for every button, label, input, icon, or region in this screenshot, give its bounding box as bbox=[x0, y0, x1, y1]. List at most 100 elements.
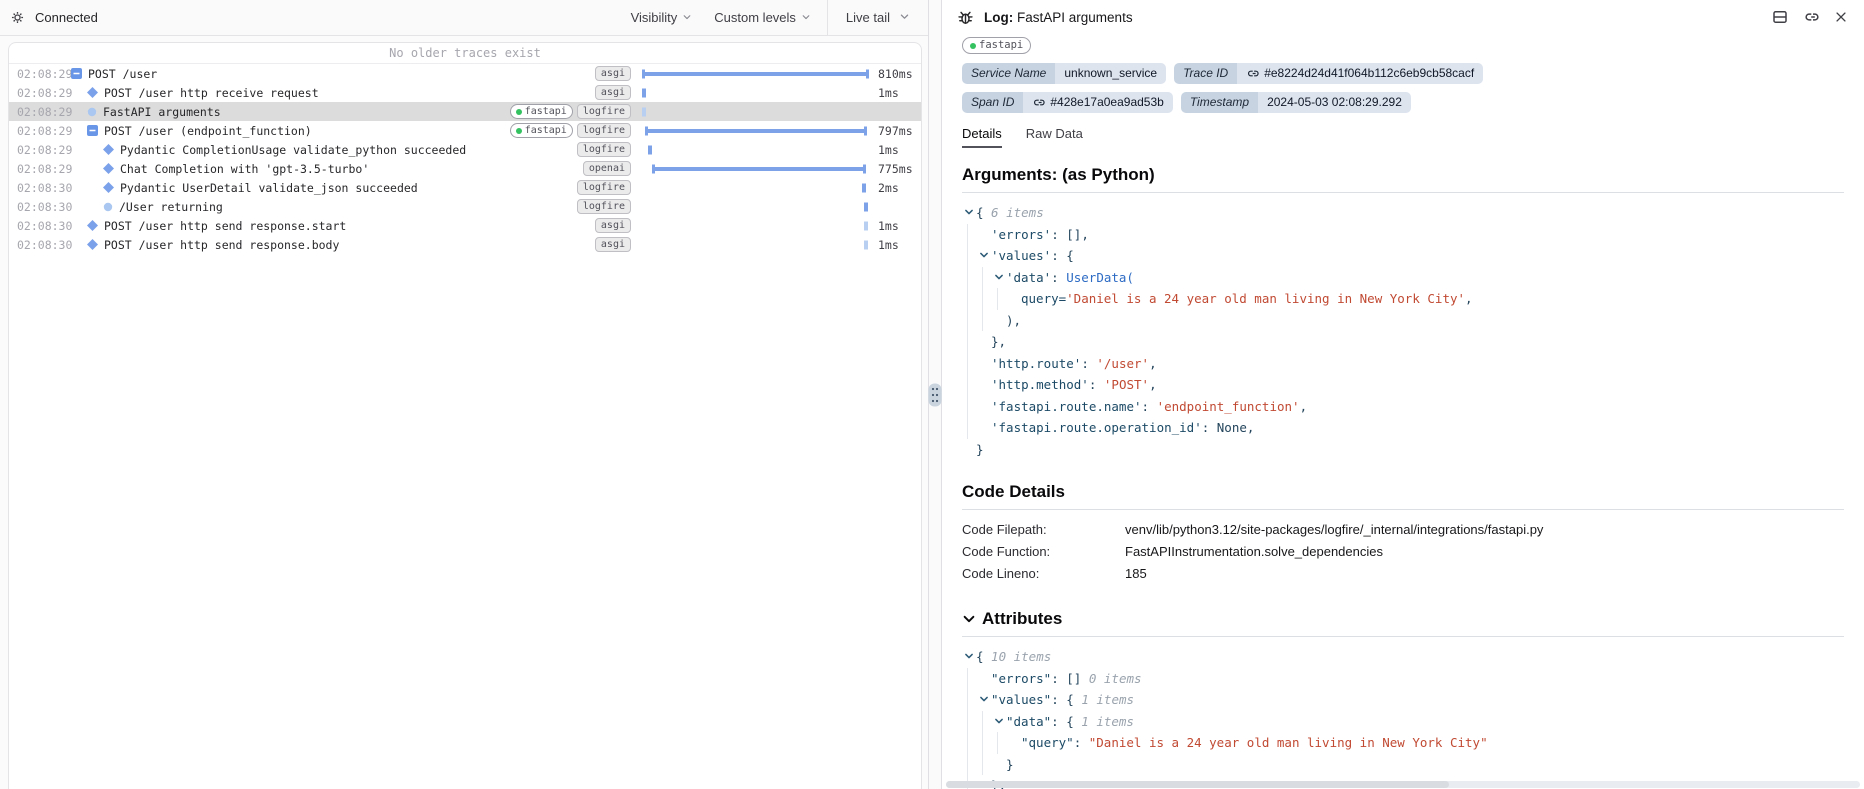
tag-asgi: asgi bbox=[595, 85, 631, 100]
trace-row[interactable]: 02:08:29POST /user (endpoint_function)fa… bbox=[9, 121, 921, 140]
json-segment: { bbox=[1066, 248, 1074, 263]
trace-row[interactable]: 02:08:29FastAPI argumentsfastapilogfire bbox=[9, 102, 921, 121]
trace-duration: 775ms bbox=[871, 162, 921, 176]
code-details-table: Code Filepath:venv/lib/python3.12/site-p… bbox=[962, 519, 1844, 585]
duration-tick bbox=[864, 202, 868, 211]
dot-icon bbox=[87, 107, 97, 117]
json-segment: , bbox=[1149, 356, 1157, 371]
trace-timestamp: 02:08:30 bbox=[9, 200, 63, 214]
trace-tags: fastapilogfire bbox=[510, 104, 637, 119]
trace-tags: asgi bbox=[595, 66, 637, 81]
link-icon[interactable] bbox=[1246, 67, 1259, 80]
json-segment: : bbox=[1081, 356, 1096, 371]
json-segment: None, bbox=[1217, 420, 1255, 435]
trace-row[interactable]: 02:08:30Pydantic UserDetail validate_jso… bbox=[9, 178, 921, 197]
trace-tags: asgi bbox=[595, 237, 637, 252]
json-segment: 6 items bbox=[984, 205, 1044, 220]
trace-panel: Connected Visibility Custom levels Live … bbox=[0, 0, 928, 789]
detail-tabs: Details Raw Data bbox=[962, 126, 1844, 148]
chevron-down-icon[interactable] bbox=[964, 202, 976, 224]
json-segment: } bbox=[976, 442, 984, 457]
link-icon[interactable] bbox=[1032, 96, 1045, 109]
bug-icon bbox=[956, 8, 975, 27]
connection-status: Connected bbox=[10, 10, 98, 25]
json-segment: ), bbox=[1006, 313, 1021, 328]
trace-tags: openai bbox=[583, 161, 637, 176]
json-segment: query= bbox=[1021, 291, 1066, 306]
panel-splitter[interactable] bbox=[928, 0, 942, 789]
json-segment: 'data' bbox=[1006, 270, 1051, 285]
live-tail-dropdown[interactable]: Live tail bbox=[846, 10, 910, 25]
trace-label: POST /user http send response.body bbox=[104, 238, 339, 252]
attributes-heading: Attributes bbox=[962, 609, 1844, 629]
json-line: "errors": [] 0 items bbox=[962, 668, 1844, 690]
tab-raw-data[interactable]: Raw Data bbox=[1026, 126, 1083, 148]
trace-label: /User returning bbox=[119, 200, 223, 214]
badge-timestamp: Timestamp2024-05-03 02:08:29.292 bbox=[1181, 92, 1411, 113]
trace-duration: 797ms bbox=[871, 124, 921, 138]
json-segment: , bbox=[1149, 377, 1157, 392]
trace-row[interactable]: 02:08:29Pydantic CompletionUsage validat… bbox=[9, 140, 921, 159]
visibility-dropdown[interactable]: Visibility bbox=[631, 10, 693, 25]
json-line: 'http.method': 'POST', bbox=[962, 374, 1844, 396]
badge-label: Trace ID bbox=[1174, 63, 1237, 84]
trace-timeline bbox=[637, 159, 871, 178]
gear-icon[interactable] bbox=[10, 10, 25, 25]
duration-tick bbox=[862, 183, 866, 192]
json-segment: : bbox=[1051, 270, 1066, 285]
close-icon[interactable] bbox=[1834, 10, 1848, 24]
tag-dot-icon bbox=[516, 128, 522, 134]
custom-levels-dropdown[interactable]: Custom levels bbox=[714, 10, 811, 25]
duration-tick bbox=[864, 240, 868, 249]
json-segment: [], bbox=[1066, 227, 1089, 242]
chevron-down-icon[interactable] bbox=[994, 267, 1006, 289]
tag-fastapi: fastapi bbox=[510, 104, 573, 119]
trace-label: Chat Completion with 'gpt-3.5-turbo' bbox=[120, 162, 369, 176]
trace-row[interactable]: 02:08:30/User returning logfire bbox=[9, 197, 921, 216]
duration-tick bbox=[864, 221, 868, 230]
json-segment: "errors" bbox=[991, 671, 1051, 686]
link-icon[interactable] bbox=[1803, 9, 1819, 25]
diamond-icon bbox=[87, 220, 98, 231]
split-panel-icon[interactable] bbox=[1772, 9, 1788, 25]
trace-list: No older traces exist 02:08:29POST /user… bbox=[8, 42, 922, 789]
code-detail-row: Code Filepath:venv/lib/python3.12/site-p… bbox=[962, 519, 1844, 541]
tag-logfire: logfire bbox=[577, 199, 631, 214]
trace-row[interactable]: 02:08:30POST /user http send response.bo… bbox=[9, 235, 921, 254]
tab-details[interactable]: Details bbox=[962, 126, 1002, 148]
trace-label: Pydantic CompletionUsage validate_python… bbox=[120, 143, 466, 157]
trace-row[interactable]: 02:08:30POST /user http send response.st… bbox=[9, 216, 921, 235]
horizontal-scrollbar[interactable] bbox=[946, 781, 1860, 788]
chevron-down-icon bbox=[682, 10, 692, 25]
badge-label: Span ID bbox=[962, 92, 1023, 113]
duration-tick bbox=[648, 145, 652, 154]
badge-service-name: Service Nameunknown_service bbox=[962, 63, 1166, 84]
detail-panel: Log: FastAPI arguments fastapi bbox=[942, 0, 1864, 789]
chevron-down-icon[interactable] bbox=[994, 711, 1006, 733]
chevron-down-icon bbox=[801, 10, 811, 25]
grip-icon[interactable] bbox=[929, 383, 942, 406]
trace-row[interactable]: 02:08:29Chat Completion with 'gpt-3.5-tu… bbox=[9, 159, 921, 178]
badge-value: #428e17a0ea9ad53b bbox=[1023, 92, 1172, 113]
json-line: ), bbox=[962, 310, 1844, 332]
badge-value: 2024-05-03 02:08:29.292 bbox=[1258, 92, 1411, 113]
chevron-down-icon[interactable] bbox=[962, 612, 976, 626]
code-detail-value: venv/lib/python3.12/site-packages/logfir… bbox=[1125, 519, 1543, 541]
trace-row[interactable]: 02:08:29POST /userasgi810ms bbox=[9, 64, 921, 83]
json-line: } bbox=[962, 754, 1844, 776]
chevron-down-icon[interactable] bbox=[964, 646, 976, 668]
duration-tick bbox=[642, 107, 646, 116]
json-line: } bbox=[962, 439, 1844, 461]
diamond-icon bbox=[87, 239, 98, 250]
trace-timestamp: 02:08:29 bbox=[9, 105, 63, 119]
trace-row[interactable]: 02:08:29POST /user http receive requesta… bbox=[9, 83, 921, 102]
chevron-down-icon[interactable] bbox=[979, 689, 991, 711]
chevron-down-icon[interactable] bbox=[979, 245, 991, 267]
code-detail-value: 185 bbox=[1125, 563, 1147, 585]
trace-label: Pydantic UserDetail validate_json succee… bbox=[120, 181, 418, 195]
badge-trace-id: Trace ID#e8224d24d41f064b112c6eb9cb58cac… bbox=[1174, 63, 1483, 84]
trace-timeline bbox=[637, 102, 871, 121]
tag-logfire: logfire bbox=[577, 180, 631, 195]
json-line: 'values': { bbox=[962, 245, 1844, 267]
badge-label: Service Name bbox=[962, 63, 1055, 84]
